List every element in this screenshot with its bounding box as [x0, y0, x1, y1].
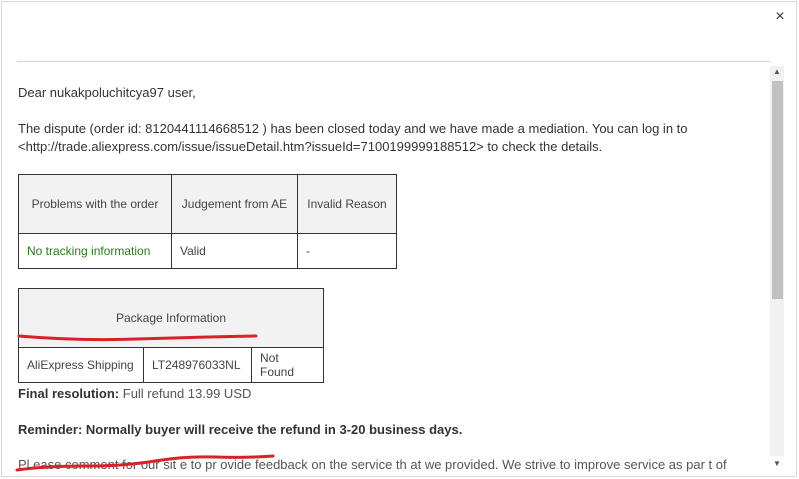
cell-tracking-number: LT248976033NL — [143, 347, 252, 383]
greeting-text: Dear nukakpoluchitcya97 user, — [18, 85, 196, 100]
header-divider — [17, 61, 770, 62]
close-icon[interactable]: × — [772, 8, 788, 26]
scroll-down-arrow-icon[interactable]: ▼ — [770, 458, 784, 470]
red-underline-annotation-2 — [15, 454, 275, 472]
red-underline-annotation — [17, 334, 258, 342]
refund-reminder: Reminder: Normally buyer will receive th… — [18, 422, 463, 437]
dispute-dialog: × Dear nukakpoluchitcya97 user, The disp… — [1, 1, 797, 477]
dispute-line-1: The dispute (order id: 8120441114668512 … — [18, 121, 688, 136]
header-judgement: Judgement from AE — [171, 174, 298, 234]
header-problems: Problems with the order — [18, 174, 172, 234]
cell-invalid-reason: - — [297, 233, 397, 269]
scroll-thumb[interactable] — [772, 81, 783, 299]
issue-table: Problems with the order Judgement from A… — [18, 174, 397, 269]
dispute-message: The dispute (order id: 8120441114668512 … — [18, 120, 763, 156]
cell-problem: No tracking information — [18, 233, 172, 269]
vertical-scrollbar[interactable]: ▲ ▼ — [770, 66, 784, 468]
final-resolution-label: Final resolution: — [18, 386, 120, 401]
scroll-up-arrow-icon[interactable]: ▲ — [770, 66, 784, 78]
email-body-scroll[interactable]: Dear nukakpoluchitcya97 user, The disput… — [2, 63, 796, 476]
cell-shipping-method: AliExpress Shipping — [18, 347, 144, 383]
dispute-link[interactable]: <http://trade.aliexpress.com/issue/issue… — [18, 138, 763, 156]
header-invalid-reason: Invalid Reason — [297, 174, 397, 234]
cell-judgement: Valid — [171, 233, 298, 269]
final-resolution-value: Full refund 13.99 USD — [122, 386, 252, 401]
cell-tracking-status: Not Found — [251, 347, 324, 383]
final-resolution: Final resolution: Full refund 13.99 USD — [18, 386, 251, 401]
